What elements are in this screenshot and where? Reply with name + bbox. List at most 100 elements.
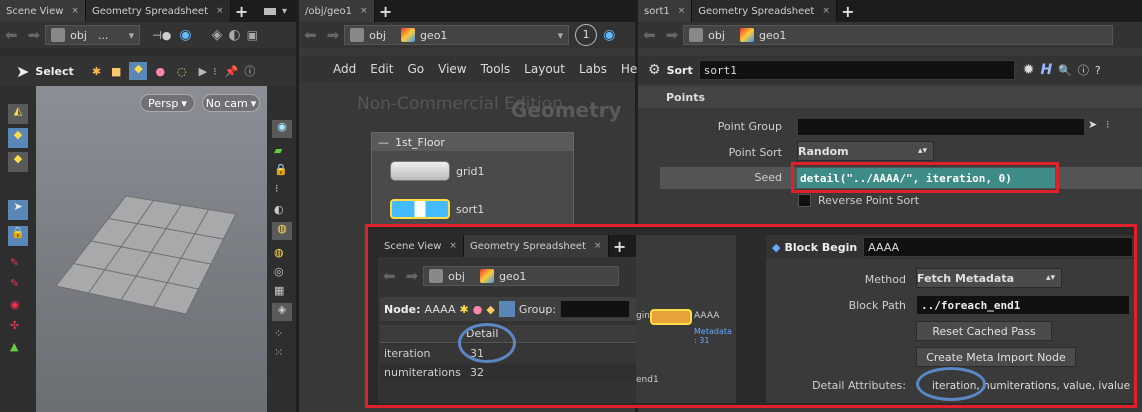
close-icon[interactable]: × xyxy=(678,6,686,16)
maximize-icon[interactable] xyxy=(264,7,276,15)
light-icon[interactable]: ◐ xyxy=(274,203,296,216)
create-meta-import-button[interactable]: Create Meta Import Node xyxy=(916,347,1076,367)
select-arrow-icon[interactable]: ➤ xyxy=(16,62,29,81)
transform-icon[interactable]: ✱ xyxy=(92,65,101,78)
info-icon[interactable]: ⓘ xyxy=(1078,62,1089,78)
add-tab-icon[interactable]: + xyxy=(609,237,631,256)
bone-icon[interactable]: ✣ xyxy=(10,319,36,332)
menu-view[interactable]: View xyxy=(438,62,466,76)
vertex-icon[interactable]: ● xyxy=(473,303,483,316)
node-sort1[interactable]: sort1 xyxy=(390,199,484,219)
method-dropdown[interactable]: Fetch Metadata ▴▾ xyxy=(916,268,1062,288)
tab-sort1[interactable]: sort1 × xyxy=(638,0,693,22)
normals-icon[interactable]: ⁙ xyxy=(274,346,296,359)
help-icon[interactable]: ⓘ xyxy=(244,63,255,79)
circle-icon[interactable]: ◌ xyxy=(177,65,187,78)
pane-menu-icon[interactable]: ▾ xyxy=(282,6,296,17)
play-icon[interactable]: ▶ xyxy=(199,65,207,78)
menu-tools[interactable]: Tools xyxy=(481,62,511,76)
inset-tab-scene-view[interactable]: Scene View × xyxy=(378,235,464,257)
menu-labs[interactable]: Labs xyxy=(579,62,607,76)
viewport[interactable]: Persp ▾ No cam ▾ xyxy=(36,86,267,412)
points-section-header[interactable]: Points xyxy=(638,86,1142,108)
point-group-field[interactable] xyxy=(797,118,1085,136)
collapse-icon[interactable]: — xyxy=(378,136,389,149)
menu-add[interactable]: Add xyxy=(333,62,356,76)
cube-icon[interactable]: ◈ xyxy=(212,27,223,43)
node-name-field[interactable]: AAAA xyxy=(863,237,1134,257)
inset-network[interactable]: gin1 AAAA Metadata : 31 end1 xyxy=(636,235,736,403)
camera-icon[interactable]: ▰ xyxy=(274,144,296,157)
search-icon[interactable]: 🔍 xyxy=(1058,64,1072,77)
bulb-icon[interactable]: ◍ xyxy=(274,246,296,259)
reset-cached-pass-button[interactable]: Reset Cached Pass xyxy=(916,321,1052,341)
forward-icon[interactable]: ➡ xyxy=(401,267,424,285)
node-grid1[interactable]: grid1 xyxy=(390,161,485,181)
forward-icon[interactable]: ➡ xyxy=(322,26,345,44)
stroke-icon[interactable]: ✎ xyxy=(10,277,36,290)
tab-geometry-spreadsheet[interactable]: Geometry Spreadsheet × xyxy=(692,0,837,22)
soft-select-icon[interactable]: ◭ xyxy=(8,104,28,124)
back-icon[interactable]: ⬅ xyxy=(0,26,23,44)
counter-badge[interactable]: 1 xyxy=(575,24,598,46)
tab-scene-view[interactable]: Scene View × xyxy=(0,0,86,22)
back-icon[interactable]: ⬅ xyxy=(378,267,401,285)
render-icon[interactable]: ◐ xyxy=(228,27,240,43)
grid-icon[interactable]: ▦ xyxy=(274,284,296,297)
paint-icon[interactable]: ✎ xyxy=(10,256,36,269)
more-icon[interactable]: ⁝ xyxy=(275,182,296,195)
link-icon[interactable]: ◉ xyxy=(603,27,615,43)
handle-icon[interactable]: ◆ xyxy=(129,62,148,80)
pointer-icon[interactable]: ➤ xyxy=(8,200,28,220)
link-icon[interactable]: ◉ xyxy=(179,27,191,43)
point-icon[interactable]: ● xyxy=(155,65,165,78)
points-icon[interactable]: ⁘ xyxy=(274,327,296,340)
path-bar[interactable]: obj geo1 xyxy=(683,25,1114,45)
close-icon[interactable]: × xyxy=(449,241,457,251)
lock-icon[interactable]: 🔒 xyxy=(274,163,296,176)
close-icon[interactable]: × xyxy=(822,6,830,16)
forward-icon[interactable]: ➡ xyxy=(661,26,684,44)
select-label[interactable]: Select xyxy=(35,65,73,78)
tab-network[interactable]: /obj/geo1 × xyxy=(299,0,375,22)
reverse-point-sort-checkbox[interactable] xyxy=(798,194,811,207)
pin-icon[interactable]: ⊣● xyxy=(152,29,171,42)
camera-icon[interactable]: ▣ xyxy=(247,28,258,42)
close-icon[interactable]: × xyxy=(216,6,224,16)
block-path-field[interactable]: ../foreach_end1 xyxy=(916,295,1130,315)
close-icon[interactable]: × xyxy=(594,241,602,251)
gear-icon[interactable]: ✹ xyxy=(1023,62,1035,78)
block-begin-node-icon[interactable] xyxy=(650,309,692,325)
point-sort-dropdown[interactable]: Random ▴▾ xyxy=(797,141,934,161)
lock-icon[interactable]: 🔒 xyxy=(8,226,28,246)
add-tab-icon[interactable]: + xyxy=(837,2,859,21)
prim-icon[interactable]: ◆ xyxy=(486,303,494,316)
tab-geometry-spreadsheet[interactable]: Geometry Spreadsheet × xyxy=(85,0,231,22)
gear-icon[interactable]: ⚙ xyxy=(648,62,661,78)
forward-icon[interactable]: ➡ xyxy=(23,26,46,44)
ghost-icon[interactable]: ◎ xyxy=(274,265,296,278)
magnet-icon[interactable]: ◆ xyxy=(8,152,28,172)
snap-icon[interactable]: ◆ xyxy=(8,128,28,148)
h-icon[interactable]: H xyxy=(1040,62,1052,78)
axis-icon[interactable]: ▲ xyxy=(10,340,36,353)
shading-icon[interactable]: ◈ xyxy=(272,303,292,321)
menu-help[interactable]: He xyxy=(621,62,637,76)
detail-icon[interactable] xyxy=(498,301,515,317)
close-icon[interactable]: × xyxy=(360,6,368,16)
path-segment-obj[interactable]: obj ... ▾ xyxy=(45,25,141,45)
bulb-icon[interactable]: ◍ xyxy=(272,222,292,240)
dots-icon[interactable]: ⁝ xyxy=(213,65,217,78)
menu-go[interactable]: Go xyxy=(407,62,424,76)
add-tab-icon[interactable]: + xyxy=(375,2,397,21)
box-icon[interactable]: ■ xyxy=(111,65,121,78)
help-icon[interactable]: ? xyxy=(1095,64,1101,77)
path-bar[interactable]: obj geo1 ▾ xyxy=(344,25,570,45)
inset-tab-geometry-spreadsheet[interactable]: Geometry Spreadsheet × xyxy=(463,235,609,257)
points-icon[interactable]: ✱ xyxy=(460,303,469,316)
group-field[interactable] xyxy=(560,300,631,318)
back-icon[interactable]: ⬅ xyxy=(638,26,661,44)
dots-icon[interactable]: ⁝ xyxy=(1106,118,1110,131)
close-icon[interactable]: × xyxy=(71,6,79,16)
add-tab-icon[interactable]: + xyxy=(231,2,253,21)
